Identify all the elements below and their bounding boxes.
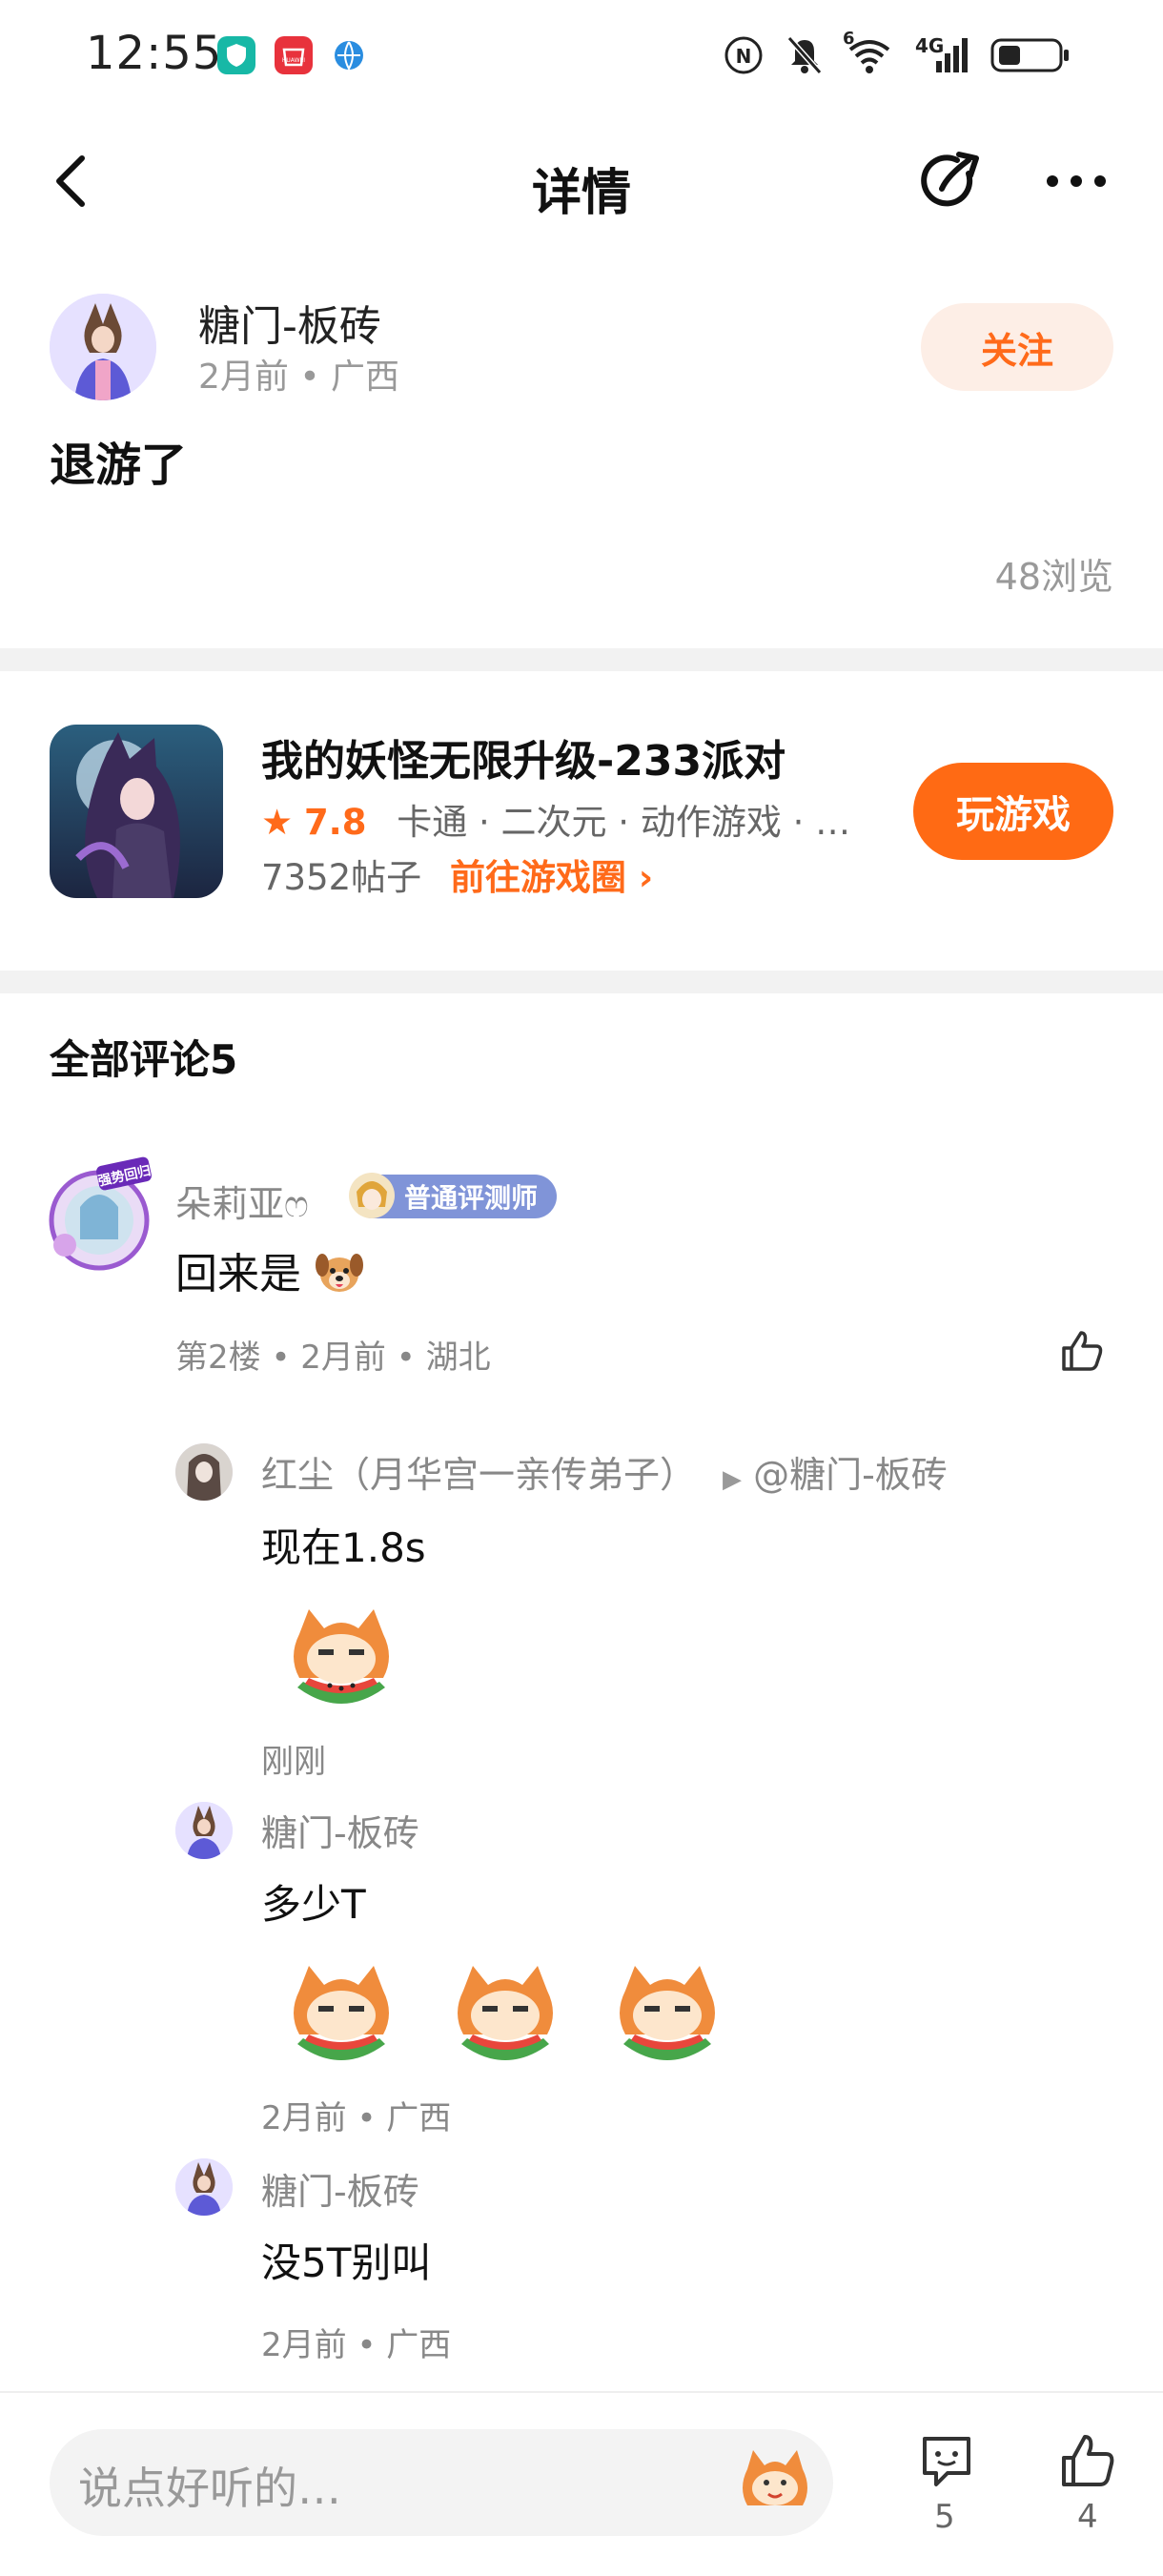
dog-emoji-icon (315, 1248, 364, 1306)
game-rating: 7.8 (303, 802, 367, 843)
comments-heading: 全部评论5 (50, 1036, 238, 1083)
game-title[interactable]: 我的妖怪无限升级-233派对 (261, 726, 786, 787)
shield-app-icon (217, 36, 255, 74)
reply-meta: 刚刚 (261, 1743, 326, 1781)
svg-text:N: N (736, 45, 752, 68)
post-meta: 2月前 • 广西 (198, 358, 400, 397)
play-arrow-icon: ▶ (723, 1465, 742, 1494)
watermelon-sticker-icon[interactable] (444, 1952, 566, 2075)
reply-name[interactable]: 红尘（月华宫一亲传弟子） (261, 1445, 696, 1498)
reply-avatar[interactable] (175, 1443, 233, 1501)
game-meta: ★ 7.8 卡通 · 二次元 · 动作游戏 · … (261, 793, 850, 845)
author-avatar[interactable] (50, 294, 156, 400)
sticker-picker-icon[interactable] (734, 2441, 816, 2523)
svg-text:HUAWEI: HUAWEI (282, 57, 305, 64)
star-icon: ★ (261, 802, 294, 843)
battery-icon (990, 34, 1071, 80)
reply-name[interactable]: 糖门-板砖 (261, 1804, 419, 1856)
comment-input-placeholder: 说点好听的… (78, 2463, 341, 2514)
watermelon-sticker-icon[interactable] (280, 1952, 402, 2075)
page-title: 详情 (531, 165, 631, 222)
reply-target: ▶ @糖门-板砖 (723, 1454, 948, 1496)
commenter-avatar[interactable]: 强势回归 (42, 1154, 156, 1278)
commenter-name[interactable]: 朵莉亚ෆ (175, 1175, 309, 1227)
comment-meta: 第2楼 • 2月前 • 湖北 (175, 1339, 491, 1377)
game-icon[interactable] (50, 725, 223, 898)
reply-avatar[interactable] (175, 1802, 233, 1859)
status-time: 12:55 (86, 27, 223, 80)
author-name[interactable]: 糖门-板砖 (198, 292, 381, 353)
wifi-icon: 6 (843, 29, 894, 80)
comment-count: 5 (934, 2498, 955, 2536)
like-count: 4 (1077, 2498, 1098, 2536)
like-icon[interactable] (1058, 1327, 1106, 1375)
reply-avatar[interactable] (175, 2158, 233, 2216)
huawei-app-icon: HUAWEI (275, 36, 313, 74)
reply-meta: 2月前 • 广西 (261, 2326, 452, 2364)
globe-app-icon (330, 36, 368, 74)
watermelon-sticker-icon[interactable] (280, 1596, 402, 1718)
goto-game-circle-link[interactable]: 前往游戏圈 › (450, 857, 653, 898)
badge-avatar-icon (347, 1169, 397, 1222)
reply-meta: 2月前 • 广西 (261, 2099, 452, 2137)
reply-text: 现在1.8s (261, 1524, 426, 1571)
mute-icon (786, 34, 824, 80)
reply-text: 没5T别叫 (261, 2239, 432, 2286)
status-icons: N 6 4G (723, 29, 1071, 86)
signal-4g-icon: 4G (915, 34, 969, 80)
thumbs-up-icon[interactable] (1058, 2431, 1117, 2490)
more-icon[interactable] (1043, 172, 1110, 191)
chevron-right-icon: › (638, 857, 654, 898)
reply-text: 多少T (261, 1881, 366, 1928)
comment-text: 回来是 (175, 1239, 364, 1306)
share-icon[interactable] (919, 149, 986, 215)
section-divider (0, 648, 1163, 671)
game-posts-row: 7352帖子 前往游戏圈 › (261, 848, 653, 900)
comment-icon[interactable] (917, 2431, 976, 2490)
watermelon-sticker-icon[interactable] (606, 1952, 728, 2075)
game-post-count: 7352帖子 (261, 857, 422, 898)
view-count: 48浏览 (994, 556, 1113, 598)
reply-name[interactable]: 糖门-板砖 (261, 2162, 419, 2215)
section-divider (0, 971, 1163, 993)
follow-button[interactable]: 关注 (921, 303, 1113, 391)
game-tags: 卡通 · 二次元 · 动作游戏 · … (397, 802, 851, 843)
play-game-button[interactable]: 玩游戏 (913, 763, 1113, 860)
hd-icon: N (723, 34, 765, 80)
post-text: 退游了 (50, 439, 188, 492)
